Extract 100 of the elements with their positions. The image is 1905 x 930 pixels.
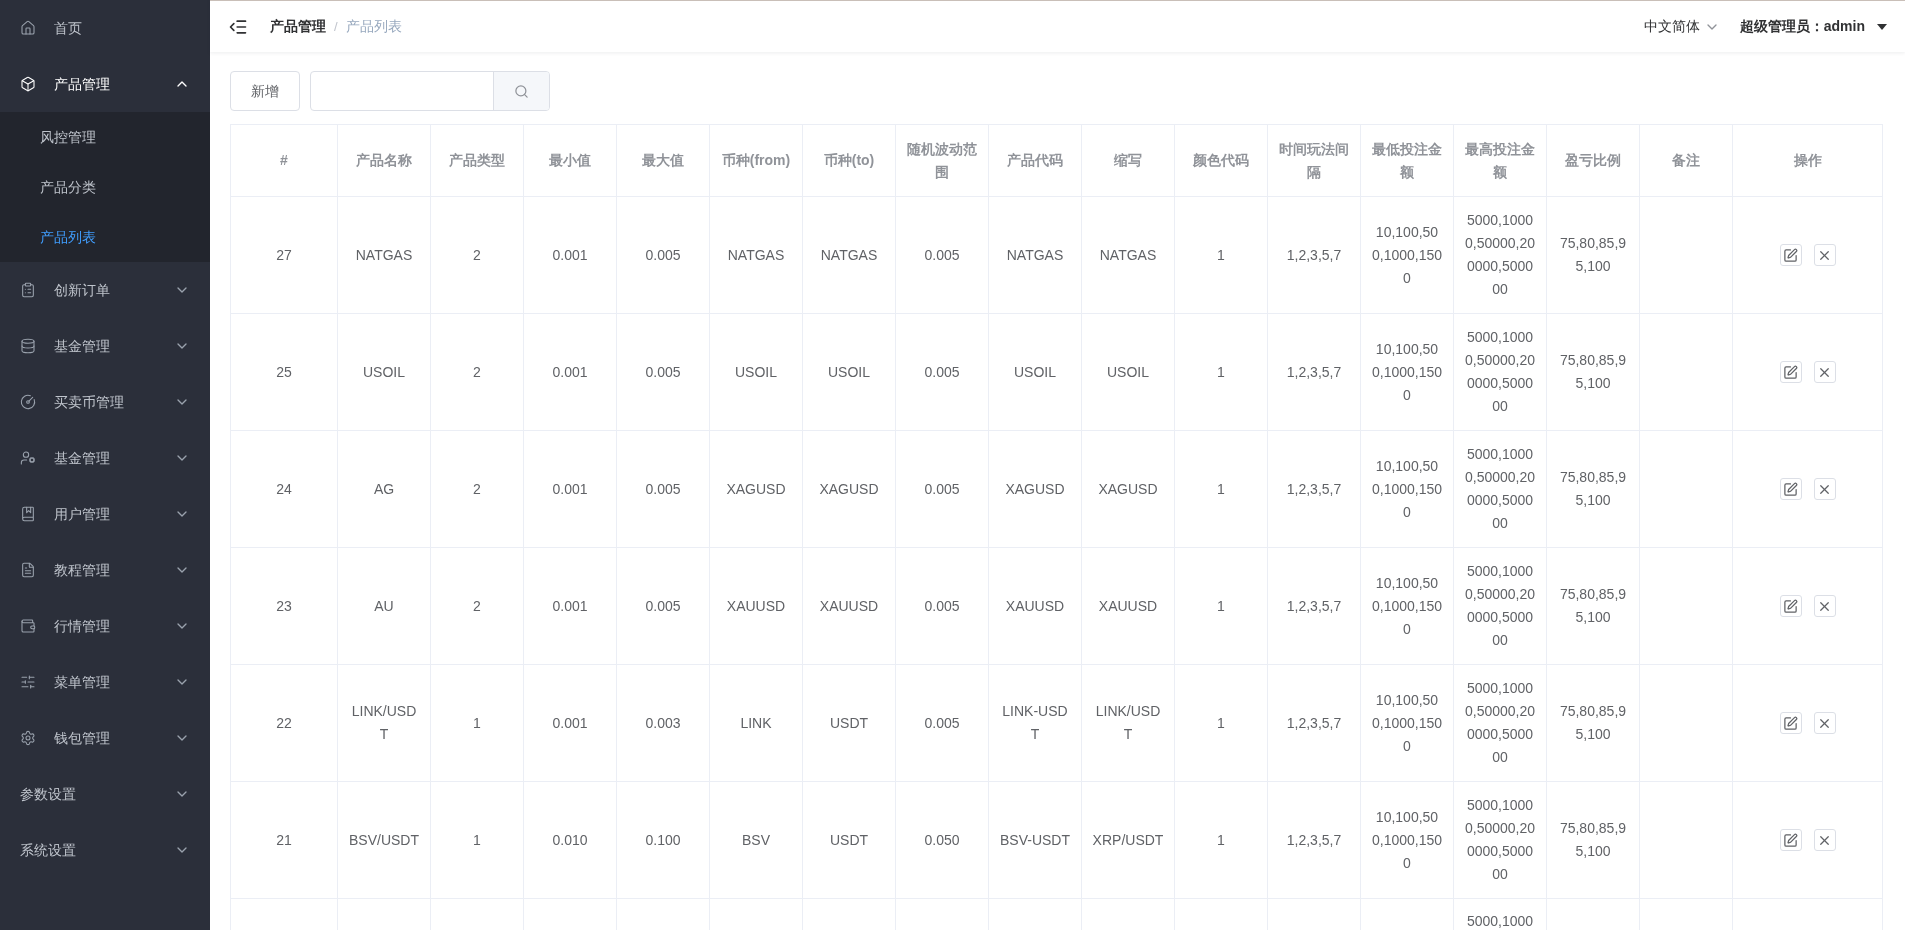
edit-button[interactable] — [1779, 829, 1802, 851]
table-cell: 22 — [276, 714, 292, 731]
sidebar-menu-item[interactable]: 基金管理 — [0, 430, 210, 486]
table-cell: 75,80,85,95,100 — [1559, 235, 1627, 274]
column-header: 产品代码 — [988, 124, 1082, 197]
table-cell: 0.005 — [645, 363, 681, 380]
table-cell: USOIL — [363, 363, 405, 380]
table-cell: NATGAS — [820, 246, 878, 263]
user-dropdown[interactable]: 超级管理员：admin — [1739, 16, 1887, 37]
sidebar-menu-item[interactable]: 首页 — [0, 0, 210, 56]
sidebar-menu-item[interactable]: 买卖币管理 — [0, 374, 210, 430]
edit-icon — [1783, 247, 1798, 263]
sidebar-menu-item[interactable]: 系统设置 — [0, 822, 210, 878]
sidebar-menu-item[interactable]: 创新订单 — [0, 262, 210, 318]
table-cell: USOIL — [735, 363, 777, 380]
column-header: 随机波动范围 — [895, 124, 989, 197]
box-icon — [20, 76, 36, 92]
sidebar-submenu-item[interactable]: 风控管理 — [0, 112, 210, 162]
delete-button[interactable] — [1813, 478, 1836, 500]
table-cell: 5000,10000,50000,200000,500000 — [1464, 446, 1536, 531]
table-cell: 0.001 — [552, 597, 588, 614]
sidebar-menu-item[interactable]: 用户管理 — [0, 486, 210, 542]
table-cell: LINK — [740, 714, 772, 731]
table-cell: 75,80,85,95,100 — [1559, 586, 1627, 625]
table-cell: USOIL — [1014, 363, 1056, 380]
table-cell: AG — [373, 480, 395, 497]
table-cell: XAGUSD — [1005, 480, 1065, 497]
wallet-icon — [20, 618, 36, 634]
table-cell: 0.005 — [924, 363, 960, 380]
sidebar-menu-item[interactable]: 产品管理 — [0, 56, 210, 112]
sidebar-menu-item[interactable]: 菜单管理 — [0, 654, 210, 710]
edit-button[interactable] — [1779, 361, 1802, 383]
sidebar-menu-item[interactable]: 参数设置 — [0, 766, 210, 822]
table-cell: USOIL — [828, 363, 870, 380]
column-header: 最小值 — [523, 124, 617, 197]
breadcrumb-item[interactable]: 产品管理 — [270, 16, 326, 37]
table-cell: 10,100,500,1000,1500 — [1371, 340, 1443, 403]
table-cell: 5000,10000,50000,200000,500000 — [1464, 797, 1536, 882]
edit-icon — [1783, 598, 1798, 614]
edit-button[interactable] — [1779, 712, 1802, 734]
table-cell: 0.005 — [645, 480, 681, 497]
delete-button[interactable] — [1813, 361, 1836, 383]
column-header: 缩写 — [1081, 124, 1175, 197]
table-cell: XAGUSD — [726, 480, 786, 497]
edit-button[interactable] — [1779, 478, 1802, 500]
table-cell: 0.001 — [552, 480, 588, 497]
table-cell: 0.005 — [924, 246, 960, 263]
table-cell: XRP/USDT — [1092, 831, 1164, 848]
sidebar-menu-item[interactable]: 行情管理 — [0, 598, 210, 654]
sidebar-menu-item[interactable]: 钱包管理 — [0, 710, 210, 766]
table-cell: 1 — [473, 714, 481, 731]
table-cell: 0.010 — [552, 831, 588, 848]
breadcrumb-item: 产品列表 — [345, 17, 402, 36]
table-cell: 1 — [1217, 597, 1225, 614]
table-cell: 5000,10000,50000,200000,500000 — [1464, 680, 1536, 765]
sidebar-submenu-item[interactable]: 产品列表 — [0, 212, 210, 262]
table-cell: 1 — [473, 831, 481, 848]
table-cell: 75,80,85,95,100 — [1559, 352, 1627, 391]
column-header: 操作 — [1732, 124, 1883, 197]
delete-button[interactable] — [1813, 712, 1836, 734]
table-cell: XAUUSD — [819, 597, 879, 614]
table-cell: 24 — [276, 480, 292, 497]
caret-down-icon — [1877, 23, 1887, 30]
table-cell: XAUUSD — [1005, 597, 1065, 614]
table-cell: 1 — [1217, 246, 1225, 263]
home-icon — [20, 20, 36, 36]
table-cell: 0.005 — [924, 480, 960, 497]
add-button[interactable]: 新增 — [230, 71, 300, 111]
table-cell: LINK/USDT — [351, 703, 417, 742]
table-cell: XAGUSD — [1098, 480, 1158, 497]
edit-button[interactable] — [1779, 595, 1802, 617]
gauge-icon — [20, 394, 36, 410]
table-cell: USDT — [829, 831, 869, 848]
column-header: 最高投注金额 — [1453, 124, 1547, 197]
table-cell: 10,100,500,1000,1500 — [1371, 574, 1443, 637]
table-cell: AU — [374, 597, 394, 614]
table-cell: 10,100,500,1000,1500 — [1371, 223, 1443, 286]
edit-icon — [1783, 481, 1798, 497]
delete-button[interactable] — [1813, 829, 1836, 851]
table-cell: 0.050 — [924, 831, 960, 848]
language-dropdown[interactable]: 中文简体 — [1643, 16, 1720, 37]
search-field[interactable] — [310, 71, 550, 111]
delete-button[interactable] — [1813, 595, 1836, 617]
table-cell: 0.001 — [552, 363, 588, 380]
column-header: 币种(from) — [709, 124, 803, 197]
table-cell: 2 — [473, 597, 481, 614]
delete-button[interactable] — [1813, 244, 1836, 266]
table-cell: 5000,1000 — [1466, 913, 1534, 929]
column-header: 最低投注金额 — [1360, 124, 1454, 197]
column-header: 产品名称 — [337, 124, 431, 197]
table-cell: 27 — [276, 246, 292, 263]
user-icon — [20, 450, 36, 466]
sidebar-menu-item[interactable]: 教程管理 — [0, 542, 210, 598]
edit-button[interactable] — [1779, 244, 1802, 266]
table-cell: XAUUSD — [1098, 597, 1158, 614]
table-cell: 5000,10000,50000,200000,500000 — [1464, 212, 1536, 297]
table-cell: BSV-USDT — [1000, 831, 1070, 848]
sidebar-submenu-item[interactable]: 产品分类 — [0, 162, 210, 212]
sidebar-menu-item[interactable]: 基金管理 — [0, 318, 210, 374]
sliders-icon — [20, 674, 36, 690]
